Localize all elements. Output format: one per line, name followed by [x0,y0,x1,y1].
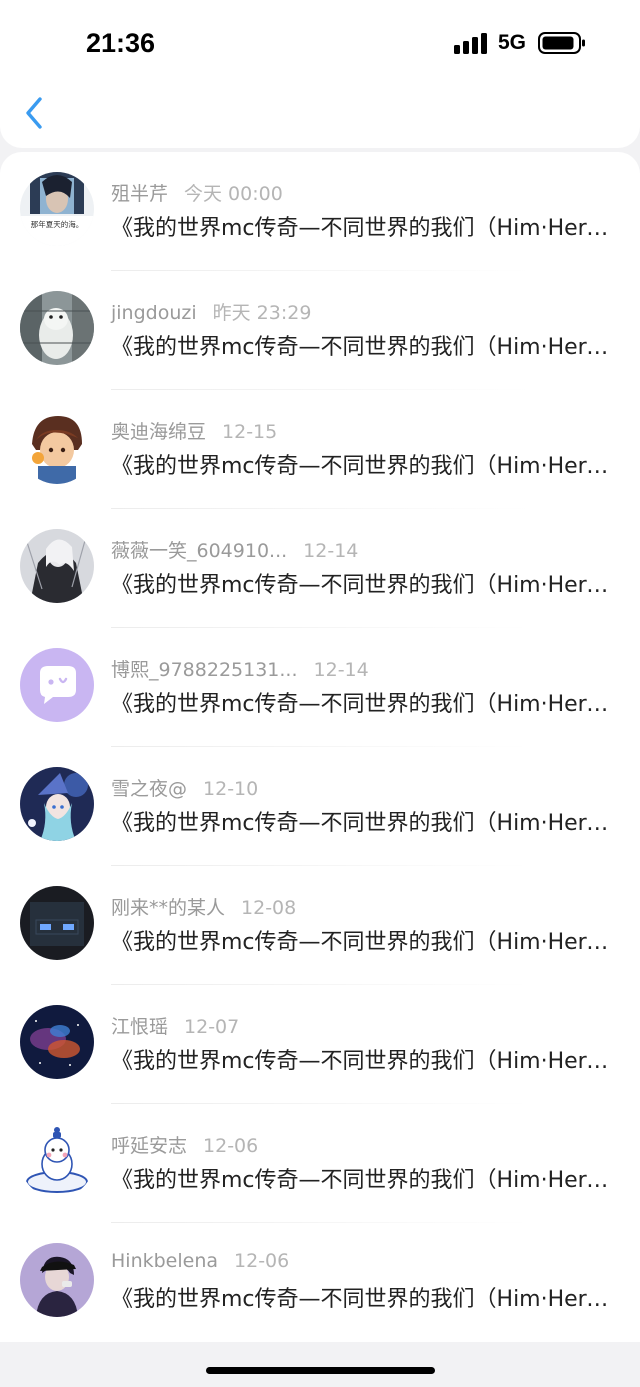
comment-text[interactable]: 《我的世界mc传奇—不同世界的我们（Him·Herobrine）》 [111,686,611,718]
comment-meta: 呼延安志 12-06 [111,1131,259,1157]
comment-text[interactable]: 《我的世界mc传奇—不同世界的我们（Him·Herobrine）》 [111,329,611,361]
network-type: 5G [498,31,527,54]
username[interactable]: 殂半芹 [111,183,168,205]
username[interactable]: 雪之夜@ [111,778,187,800]
avatar[interactable] [20,410,94,484]
comment-meta: 薇薇一笑_604910... 12-14 [111,536,359,562]
comment-text[interactable]: 《我的世界mc传奇—不同世界的我们（Him·Herobrine）》 [111,1043,611,1075]
list-item[interactable]: 奥迪海绵豆 12-15 《我的世界mc传奇—不同世界的我们（Him·Herobri… [0,390,640,509]
timestamp: 12-06 [234,1250,290,1272]
comment-text[interactable]: 《我的世界mc传奇—不同世界的我们（Him·Herobrine）》 [111,1281,611,1313]
home-indicator[interactable] [206,1367,435,1374]
avatar[interactable] [20,767,94,841]
status-time: 21:36 [86,28,156,58]
comment-text[interactable]: 《我的世界mc传奇—不同世界的我们（Him·Herobrine）》 [111,924,611,956]
username[interactable]: Hinkbelena [111,1250,218,1272]
username[interactable]: 博熙_9788225131... [111,659,298,681]
list-item[interactable]: 刚来**的某人 12-08 《我的世界mc传奇—不同世界的我们（Him·Herob… [0,866,640,985]
top-bar: 21:36 5G [0,0,640,148]
username[interactable]: 奥迪海绵豆 [111,421,206,443]
list-item[interactable]: jingdouzi 昨天 23:29 《我的世界mc传奇—不同世界的我们（Him·… [0,271,640,390]
comment-meta: jingdouzi 昨天 23:29 [111,298,312,324]
list-item[interactable]: Hinkbelena 12-06 《我的世界mc传奇—不同世界的我们（Him·He… [0,1223,640,1342]
list-item[interactable]: 博熙_9788225131... 12-14 《我的世界mc传奇—不同世界的我们（… [0,628,640,747]
avatar-caption: 那年夏天的海。 [31,219,84,229]
username[interactable]: 江恨瑶 [111,1016,168,1038]
timestamp: 12-10 [203,778,259,800]
timestamp: 今天 00:00 [184,183,283,205]
cellular-signal-icon [454,32,488,54]
list-item[interactable]: 江恨瑶 12-07 《我的世界mc传奇—不同世界的我们（Him·Herobrine… [0,985,640,1104]
avatar[interactable] [20,529,94,603]
comment-text[interactable]: 《我的世界mc传奇—不同世界的我们（Him·Herobrine）》 [111,1162,611,1194]
timestamp: 12-14 [313,659,369,681]
comment-meta: 殂半芹 今天 00:00 [111,179,283,205]
comment-meta: Hinkbelena 12-06 [111,1250,289,1274]
avatar[interactable] [20,1243,94,1317]
list-item[interactable]: 呼延安志 12-06 《我的世界mc传奇—不同世界的我们（Him·Herobrin… [0,1104,640,1223]
avatar[interactable]: 那年夏天的海。 [20,172,94,246]
comment-meta: 江恨瑶 12-07 [111,1012,240,1038]
comment-meta: 博熙_9788225131... 12-14 [111,655,369,681]
avatar[interactable] [20,1124,94,1198]
username[interactable]: jingdouzi [111,302,197,324]
username[interactable]: 呼延安志 [111,1135,187,1157]
timestamp: 12-15 [222,421,278,443]
back-icon[interactable] [22,94,50,134]
list-item[interactable]: 雪之夜@ 12-10 《我的世界mc传奇—不同世界的我们（Him·Herobrin… [0,747,640,866]
battery-icon [538,32,586,54]
timestamp: 昨天 23:29 [212,302,312,324]
avatar[interactable] [20,648,94,722]
timestamp: 12-08 [241,897,297,919]
avatar[interactable] [20,1005,94,1079]
avatar[interactable] [20,886,94,960]
list-item[interactable]: 薇薇一笑_604910... 12-14 《我的世界mc传奇—不同世界的我们（Hi… [0,509,640,628]
username[interactable]: 薇薇一笑_604910... [111,540,287,562]
timestamp: 12-14 [303,540,359,562]
comment-meta: 雪之夜@ 12-10 [111,774,259,800]
comment-text[interactable]: 《我的世界mc传奇—不同世界的我们（Him·Herobrine）》 [111,210,611,242]
username[interactable]: 刚来**的某人 [111,897,225,919]
list-item[interactable]: 那年夏天的海。 殂半芹 今天 00:00 《我的世界mc传奇—不同世界的我们（Hi… [0,152,640,271]
comment-meta: 奥迪海绵豆 12-15 [111,417,278,443]
comment-meta: 刚来**的某人 12-08 [111,893,297,919]
timestamp: 12-07 [184,1016,240,1038]
comment-text[interactable]: 《我的世界mc传奇—不同世界的我们（Him·Herobrine）》 [111,448,611,480]
comment-text[interactable]: 《我的世界mc传奇—不同世界的我们（Him·Herobrine）》 [111,805,611,837]
comment-text[interactable]: 《我的世界mc传奇—不同世界的我们（Him·Herobrine）》 [111,567,611,599]
comment-list: 那年夏天的海。 殂半芹 今天 00:00 《我的世界mc传奇—不同世界的我们（Hi… [0,152,640,1342]
avatar[interactable] [20,291,94,365]
timestamp: 12-06 [203,1135,259,1157]
